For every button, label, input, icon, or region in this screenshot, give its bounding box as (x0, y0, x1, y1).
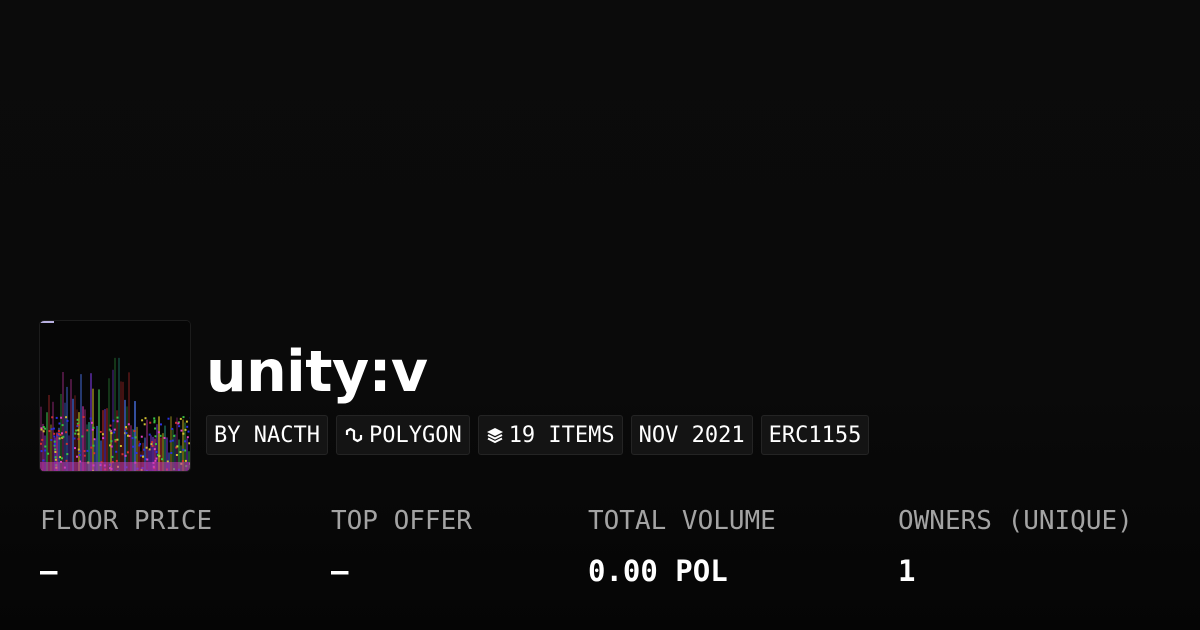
collection-thumbnail (40, 321, 190, 471)
chain-tag[interactable]: POLYGON (335, 415, 470, 455)
stat-value: – (331, 554, 349, 588)
stat-label: OWNERS (UNIQUE) (898, 506, 1133, 536)
stat-value: – (40, 554, 58, 588)
collection-tags: BY NACTH POLYGON 19 ITEMS NOV 2021 ERC11… (206, 415, 870, 455)
stat-owners: OWNERS (UNIQUE) 1 (898, 504, 1133, 588)
items-count-label: 19 ITEMS (508, 422, 615, 448)
collection-title: unity:v (206, 339, 428, 405)
spectrogram-artwork (40, 321, 190, 471)
chain-label: POLYGON (368, 422, 462, 448)
stat-value: 1 (898, 554, 916, 588)
creator-label: BY NACTH (214, 422, 320, 448)
layers-icon (486, 426, 504, 444)
items-tag[interactable]: 19 ITEMS (477, 415, 623, 455)
standard-tag: ERC1155 (760, 415, 870, 455)
stat-label: TOTAL VOLUME (588, 506, 776, 536)
stat-top-offer: TOP OFFER – (331, 504, 472, 588)
date-tag: NOV 2021 (630, 415, 753, 455)
date-label: NOV 2021 (638, 422, 745, 448)
stat-value: 0.00 POL (588, 554, 728, 588)
stat-floor-price: FLOOR PRICE – (40, 504, 212, 588)
creator-tag[interactable]: BY NACTH (206, 415, 328, 455)
stat-label: FLOOR PRICE (40, 506, 213, 536)
polygon-link-icon (344, 426, 364, 444)
token-standard-label: ERC1155 (768, 422, 862, 448)
stat-label: TOP OFFER (331, 506, 472, 536)
stat-total-volume: TOTAL VOLUME 0.00 POL (588, 504, 776, 588)
